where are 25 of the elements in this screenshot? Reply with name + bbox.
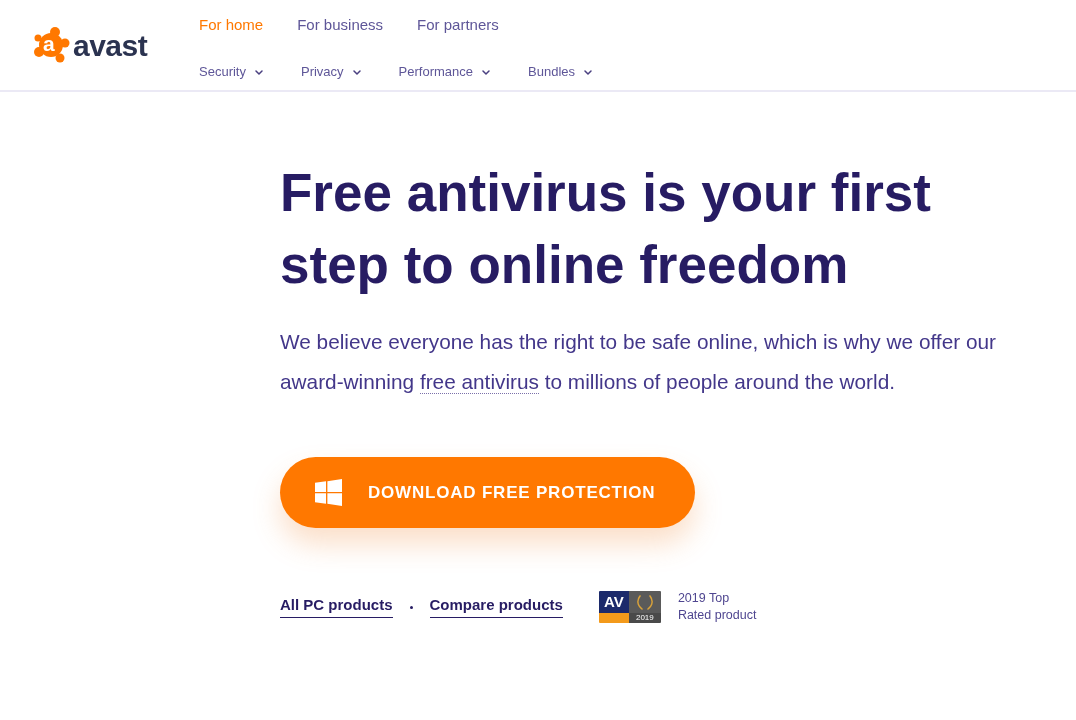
chevron-down-icon — [482, 69, 490, 75]
logo-wordmark[interactable]: avast — [73, 30, 148, 62]
hero-title: Free antivirus is your first step to online freedom — [280, 162, 932, 296]
separator-dot-icon — [409, 605, 413, 609]
category-menu-item[interactable]: Security — [199, 64, 246, 80]
product-link[interactable]: Compare products — [429, 596, 563, 618]
logo-letter: a — [43, 33, 55, 54]
product-link[interactable]: All PC products — [280, 596, 393, 618]
badge-stripe — [598, 613, 629, 623]
hero-description: We believe everyone has the right to be safe online, which is why we offer our award-winning free antivirus to millions of people around the world. — [280, 329, 997, 396]
splat-logo-icon — [32, 27, 70, 63]
category-menu-item[interactable]: Performance — [398, 64, 473, 80]
laurel-wreath-icon — [635, 593, 654, 611]
free-antivirus-link[interactable]: free antivirus — [419, 370, 539, 394]
category-menu-item[interactable]: Bundles — [528, 64, 575, 80]
chevron-down-icon — [584, 69, 592, 75]
audience-tab[interactable]: For business — [297, 16, 384, 34]
category-menu-item[interactable]: Privacy — [300, 64, 344, 80]
award-caption: 2019 Top Rated product — [677, 590, 758, 624]
badge-year-text: 2019 — [628, 613, 661, 623]
audience-tab[interactable]: For partners — [417, 16, 499, 34]
windows-logo-icon — [315, 479, 342, 506]
chevron-down-icon — [352, 69, 361, 75]
chevron-down-icon — [254, 69, 263, 75]
badge-logo-text: AV — [598, 591, 629, 613]
